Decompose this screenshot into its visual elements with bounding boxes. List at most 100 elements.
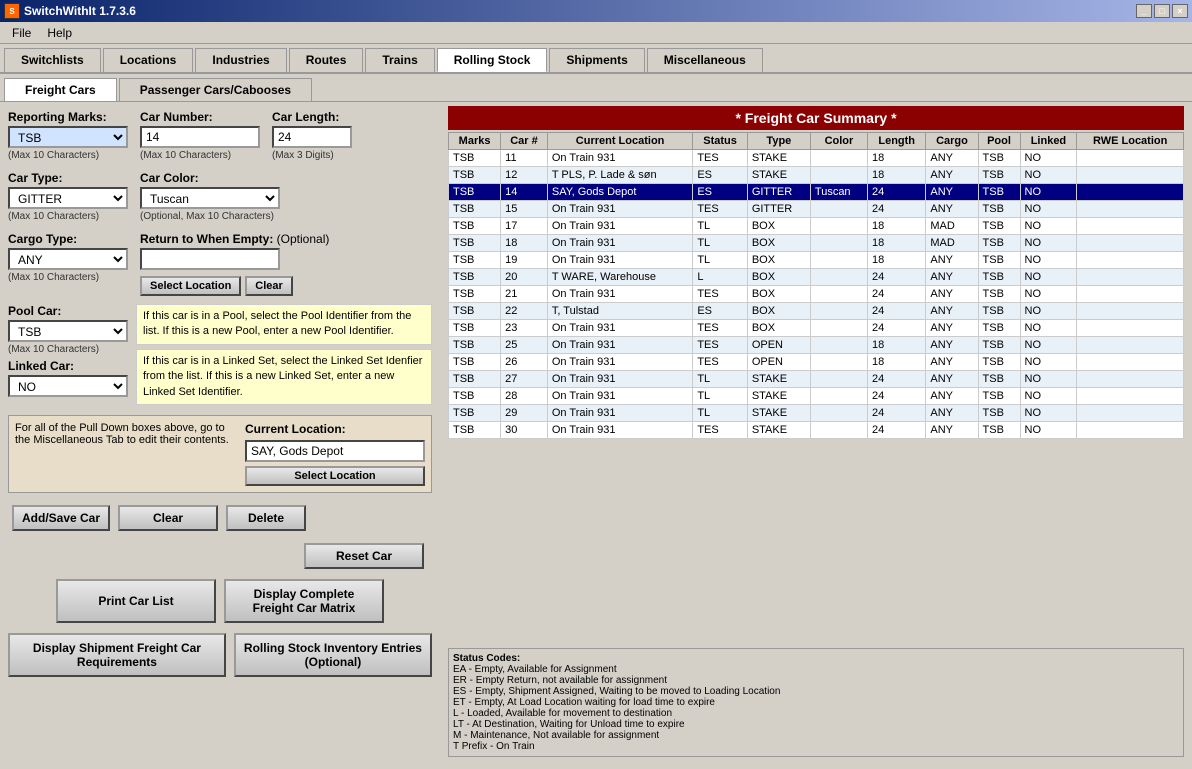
clear-btn-1[interactable]: Clear xyxy=(245,276,293,296)
action-buttons-row: Add/Save Car Clear Delete xyxy=(8,501,432,535)
col-type: Type xyxy=(747,133,810,150)
linked-car-group: Linked Car: NO xyxy=(8,359,128,397)
car-color-select[interactable]: Tuscan xyxy=(140,187,280,209)
table-row[interactable]: TSB21On Train 931TESBOX24ANYTSBNO xyxy=(449,286,1184,303)
table-row[interactable]: TSB25On Train 931TESOPEN18ANYTSBNO xyxy=(449,337,1184,354)
tab-freight-cars[interactable]: Freight Cars xyxy=(4,78,117,101)
title-bar: S SwitchWithIt 1.7.3.6 _ □ × xyxy=(0,0,1192,22)
minimize-button[interactable]: _ xyxy=(1136,4,1152,18)
row-type-color: Car Type: GITTER (Max 10 Characters) Car… xyxy=(8,171,432,222)
tab-industries[interactable]: Industries xyxy=(195,48,286,72)
pool-car-select[interactable]: TSB xyxy=(8,320,128,342)
sub-tab-bar: Freight Cars Passenger Cars/Cabooses xyxy=(0,74,1192,102)
display-matrix-button[interactable]: Display CompleteFreight Car Matrix xyxy=(224,579,384,623)
table-row[interactable]: TSB19On Train 931TLBOX18ANYTSBNO xyxy=(449,252,1184,269)
display-shipment-button[interactable]: Display Shipment Freight Car Requirement… xyxy=(8,633,226,677)
clear-button[interactable]: Clear xyxy=(118,505,218,531)
reporting-marks-sublabel: (Max 10 Characters) xyxy=(8,150,128,161)
return-empty-buttons: Select Location Clear xyxy=(140,276,329,296)
current-location-label: Current Location: xyxy=(245,422,425,436)
tab-trains[interactable]: Trains xyxy=(365,48,434,72)
car-type-label: Car Type: xyxy=(8,171,128,185)
row-cargo-return: Cargo Type: ANY (Max 10 Characters) Retu… xyxy=(8,232,432,296)
tab-rolling-stock[interactable]: Rolling Stock xyxy=(437,48,548,72)
tab-locations[interactable]: Locations xyxy=(103,48,194,72)
return-empty-group: Return to When Empty: (Optional) Select … xyxy=(140,232,329,296)
car-type-sublabel: (Max 10 Characters) xyxy=(8,211,128,222)
pool-car-label: Pool Car: xyxy=(8,304,128,318)
reporting-marks-label: Reporting Marks: xyxy=(8,110,128,124)
main-content: Reporting Marks: TSB (Max 10 Characters)… xyxy=(0,102,1192,761)
table-row[interactable]: TSB23On Train 931TESBOX24ANYTSBNO xyxy=(449,320,1184,337)
reporting-marks-group: Reporting Marks: TSB (Max 10 Characters) xyxy=(8,110,128,161)
table-row[interactable]: TSB17On Train 931TLBOX18MADTSBNO xyxy=(449,218,1184,235)
select-location-btn-1[interactable]: Select Location xyxy=(140,276,241,296)
reset-car-button[interactable]: Reset Car xyxy=(304,543,424,569)
cargo-type-select[interactable]: ANY xyxy=(8,248,128,270)
table-row[interactable]: TSB14SAY, Gods DepotESGITTERTuscan24ANYT… xyxy=(449,184,1184,201)
tab-passenger-cars[interactable]: Passenger Cars/Cabooses xyxy=(119,78,312,101)
current-location-input[interactable] xyxy=(245,440,425,462)
car-number-label: Car Number: xyxy=(140,110,260,124)
table-row[interactable]: TSB12T PLS, P. Lade & sønESSTAKE18ANYTSB… xyxy=(449,167,1184,184)
table-row[interactable]: TSB22T, TulstadESBOX24ANYTSBNO xyxy=(449,303,1184,320)
car-length-label: Car Length: xyxy=(272,110,352,124)
tab-shipments[interactable]: Shipments xyxy=(549,48,644,72)
car-number-group: Car Number: (Max 10 Characters) xyxy=(140,110,260,161)
app-icon: S xyxy=(4,3,20,19)
add-save-button[interactable]: Add/Save Car xyxy=(12,505,110,531)
table-header-row: Marks Car # Current Location Status Type… xyxy=(449,133,1184,150)
car-length-input[interactable] xyxy=(272,126,352,148)
col-color: Color xyxy=(810,133,867,150)
table-row[interactable]: TSB26On Train 931TESOPEN18ANYTSBNO xyxy=(449,354,1184,371)
car-number-input[interactable] xyxy=(140,126,260,148)
pulldown-note: For all of the Pull Down boxes above, go… xyxy=(15,422,237,486)
table-row[interactable]: TSB20T WARE, WarehouseLBOX24ANYTSBNO xyxy=(449,269,1184,286)
tab-switchlists[interactable]: Switchlists xyxy=(4,48,101,72)
table-title: * Freight Car Summary * xyxy=(448,106,1184,130)
help-menu[interactable]: Help xyxy=(39,24,80,42)
pool-car-sublabel: (Max 10 Characters) xyxy=(8,344,128,355)
file-menu[interactable]: File xyxy=(4,24,39,42)
return-empty-label: Return to When Empty: (Optional) xyxy=(140,232,329,246)
table-row[interactable]: TSB27On Train 931TLSTAKE24ANYTSBNO xyxy=(449,371,1184,388)
close-button[interactable]: × xyxy=(1172,4,1188,18)
select-location-btn-2[interactable]: Select Location xyxy=(245,466,425,486)
table-row[interactable]: TSB15On Train 931TESGITTER24ANYTSBNO xyxy=(449,201,1184,218)
table-row[interactable]: TSB28On Train 931TLSTAKE24ANYTSBNO xyxy=(449,388,1184,405)
car-length-group: Car Length: (Max 3 Digits) xyxy=(272,110,352,161)
cargo-type-label: Cargo Type: xyxy=(8,232,128,246)
reporting-marks-select[interactable]: TSB xyxy=(8,126,128,148)
table-row[interactable]: TSB11On Train 931TESSTAKE18ANYTSBNO xyxy=(449,150,1184,167)
row-basic-info: Reporting Marks: TSB (Max 10 Characters)… xyxy=(8,110,432,161)
car-color-label: Car Color: xyxy=(140,171,280,185)
linked-car-select[interactable]: NO xyxy=(8,375,128,397)
car-number-sublabel: (Max 10 Characters) xyxy=(140,150,260,161)
main-tab-bar: Switchlists Locations Industries Routes … xyxy=(0,44,1192,74)
tab-miscellaneous[interactable]: Miscellaneous xyxy=(647,48,763,72)
left-panel: Reporting Marks: TSB (Max 10 Characters)… xyxy=(0,102,440,761)
col-cargo: Cargo xyxy=(926,133,978,150)
delete-button[interactable]: Delete xyxy=(226,505,306,531)
inventory-entries-button[interactable]: Rolling Stock Inventory Entries(Optional… xyxy=(234,633,432,677)
right-panel: * Freight Car Summary * Marks Car # Curr… xyxy=(440,102,1192,761)
linked-car-label: Linked Car: xyxy=(8,359,128,373)
car-type-select[interactable]: GITTER xyxy=(8,187,128,209)
return-empty-input[interactable] xyxy=(140,248,280,270)
cargo-type-sublabel: (Max 10 Characters) xyxy=(8,272,128,283)
linked-tooltip: If this car is in a Linked Set, select t… xyxy=(136,349,432,405)
tab-routes[interactable]: Routes xyxy=(289,48,364,72)
col-length: Length xyxy=(868,133,926,150)
pool-car-group: Pool Car: TSB (Max 10 Characters) xyxy=(8,304,128,355)
freight-car-table: Marks Car # Current Location Status Type… xyxy=(448,132,1184,439)
table-row[interactable]: TSB30On Train 931TESSTAKE24ANYTSBNO xyxy=(449,422,1184,439)
table-row[interactable]: TSB18On Train 931TLBOX18MADTSBNO xyxy=(449,235,1184,252)
print-car-list-button[interactable]: Print Car List xyxy=(56,579,216,623)
maximize-button[interactable]: □ xyxy=(1154,4,1170,18)
car-type-group: Car Type: GITTER (Max 10 Characters) xyxy=(8,171,128,222)
col-car: Car # xyxy=(501,133,548,150)
status-codes-list: EA - Empty, Available for AssignmentER -… xyxy=(453,664,1179,752)
table-row[interactable]: TSB29On Train 931TLSTAKE24ANYTSBNO xyxy=(449,405,1184,422)
window-controls[interactable]: _ □ × xyxy=(1136,4,1188,18)
car-color-sublabel: (Optional, Max 10 Characters) xyxy=(140,211,280,222)
